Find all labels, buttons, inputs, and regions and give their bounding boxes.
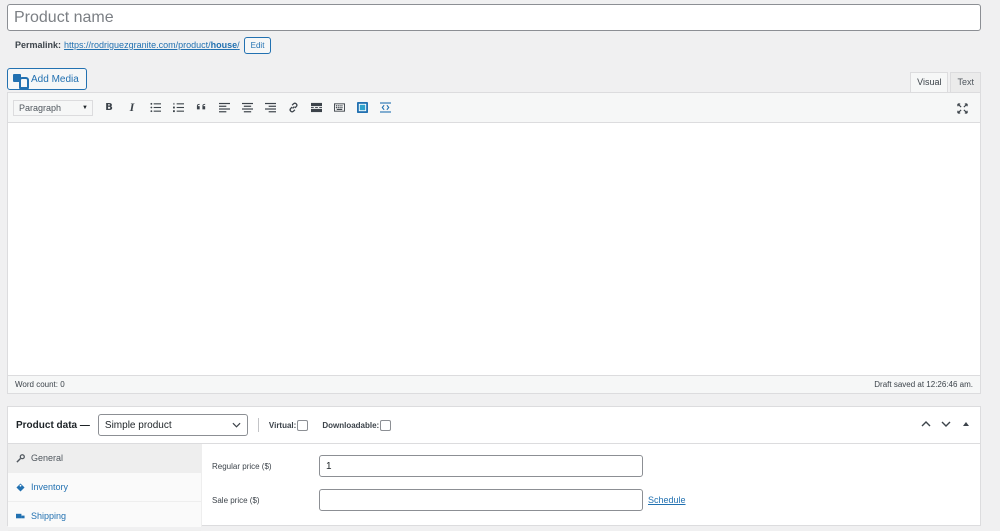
editor-content-area[interactable] [8, 123, 980, 375]
truck-icon [16, 513, 25, 518]
media-icon [13, 73, 29, 89]
image-block-icon[interactable] [352, 98, 372, 118]
editor-mode-tabs: Visual Text [910, 72, 981, 93]
bulleted-list-icon[interactable] [145, 98, 165, 118]
virtual-checkbox[interactable] [297, 419, 309, 431]
blockquote-icon[interactable] [191, 98, 211, 118]
keyboard-icon[interactable] [329, 98, 349, 118]
product-type-select[interactable]: Simple product [97, 414, 248, 436]
sale-price-row: Sale price ($) Schedule [212, 489, 686, 511]
align-left-icon[interactable] [214, 98, 234, 118]
downloadable-checkbox[interactable] [380, 419, 392, 431]
format-select[interactable]: Paragraph ▼ [13, 99, 93, 116]
bold-button[interactable]: B [99, 98, 119, 118]
permalink-label: Permalink: [15, 40, 62, 50]
move-down-icon[interactable] [940, 418, 952, 433]
tab-shipping[interactable]: Shipping [8, 502, 201, 531]
permalink-link[interactable]: https://rodriguezgranite.com/product/hou… [64, 40, 240, 50]
sale-price-label: Sale price ($) [212, 495, 260, 505]
tab-visual[interactable]: Visual [910, 72, 949, 93]
editor-status-bar: Word count: 0 Draft saved at 12:26:46 am… [8, 375, 980, 393]
draft-saved-status: Draft saved at 12:26:46 am. [874, 380, 973, 389]
content-editor: Paragraph ▼ B I Word count: 0 Draft save… [7, 92, 981, 394]
regular-price-label: Regular price ($) [212, 461, 272, 471]
read-more-icon[interactable] [306, 98, 326, 118]
format-select-value: Paragraph [19, 102, 62, 113]
regular-price-input[interactable] [319, 455, 643, 477]
divider [257, 418, 259, 432]
virtual-checkbox-label: Virtual: [269, 419, 309, 431]
numbered-list-icon[interactable] [168, 98, 188, 118]
schedule-link[interactable]: Schedule [648, 495, 686, 505]
product-data-title: Product data — [16, 419, 90, 431]
product-data-box: Product data — Simple product Virtual: D… [7, 406, 981, 531]
move-up-icon[interactable] [920, 418, 932, 433]
tag-icon [16, 482, 25, 492]
permalink-row: Permalink: https://rodriguezgranite.com/… [15, 36, 272, 54]
product-data-header: Product data — Simple product Virtual: D… [8, 407, 980, 444]
sale-price-input[interactable] [319, 489, 643, 511]
product-data-tabs: General Inventory Shipping [8, 444, 202, 531]
toggle-panel-icon[interactable] [960, 418, 972, 433]
chevron-down-icon [232, 420, 241, 430]
add-media-label: Add Media [31, 73, 79, 85]
word-count: Word count: 0 [15, 380, 65, 389]
fullscreen-icon[interactable] [952, 98, 972, 118]
product-type-value: Simple product [104, 419, 172, 431]
italic-button[interactable]: I [122, 98, 142, 118]
tab-general[interactable]: General [8, 444, 201, 473]
permalink-edit-button[interactable]: Edit [243, 36, 272, 54]
code-embed-icon[interactable] [375, 98, 395, 118]
box-controls [920, 418, 972, 433]
tab-inventory[interactable]: Inventory [8, 473, 201, 502]
tab-text[interactable]: Text [950, 72, 981, 92]
link-icon[interactable] [283, 98, 303, 118]
product-name-input[interactable] [7, 4, 981, 31]
regular-price-row: Regular price ($) [212, 455, 643, 477]
editor-toolbar: Paragraph ▼ B I [8, 93, 980, 123]
add-media-button[interactable]: Add Media [7, 68, 87, 90]
wrench-icon [16, 453, 25, 463]
align-right-icon[interactable] [260, 98, 280, 118]
caret-down-icon: ▼ [82, 104, 88, 111]
align-center-icon[interactable] [237, 98, 257, 118]
downloadable-checkbox-label: Downloadable: [322, 419, 392, 431]
